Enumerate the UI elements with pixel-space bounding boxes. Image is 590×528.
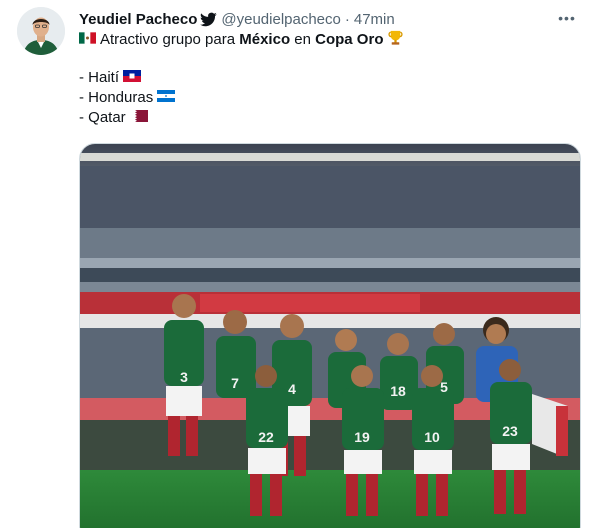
tweet-text-line-1: Atractivo grupo para México en Copa Oro xyxy=(79,30,408,50)
team-photo: 3 7 4 18 5 22 19 10 23 xyxy=(80,144,580,528)
group-item-label: - Haití xyxy=(79,69,120,86)
tweet-text-intro: Atractivo grupo para xyxy=(100,31,236,48)
header-separator: · xyxy=(344,10,350,28)
haiti-flag-icon xyxy=(123,68,142,88)
tweet-text: Atractivo grupo para México en Copa Oro … xyxy=(79,30,408,128)
jersey-number: 23 xyxy=(502,423,518,439)
tweet-header: Yeudiel Pacheco @yeudielpacheco · 47min xyxy=(79,9,395,29)
mexico-flag-icon xyxy=(79,30,96,50)
avatar[interactable] xyxy=(17,7,65,55)
trophy-icon xyxy=(387,29,404,52)
tweet[interactable]: Yeudiel Pacheco @yeudielpacheco · 47min … xyxy=(0,0,590,528)
more-horizontal-icon[interactable]: ••• xyxy=(556,7,578,29)
tweet-text-connector: en xyxy=(294,31,311,48)
group-item-label: - Honduras xyxy=(79,89,154,106)
tweet-timestamp[interactable]: 47min xyxy=(354,11,395,28)
jersey-number: 4 xyxy=(288,381,296,397)
group-item-qatar: - Qatar xyxy=(79,108,408,128)
group-item-honduras: - Honduras xyxy=(79,88,408,108)
tweet-text-tournament: Copa Oro xyxy=(315,31,384,48)
jersey-number: 5 xyxy=(440,379,448,395)
group-item-label: - Qatar xyxy=(79,109,126,126)
twitter-bird-icon xyxy=(200,11,218,28)
author-display-name[interactable]: Yeudiel Pacheco xyxy=(79,11,197,28)
author-handle[interactable]: @yeudielpacheco xyxy=(221,11,340,28)
jersey-number: 22 xyxy=(258,429,274,445)
jersey-number: 19 xyxy=(354,429,370,445)
jersey-number: 3 xyxy=(180,369,188,385)
tweet-text-team: México xyxy=(239,31,291,48)
jersey-number: 7 xyxy=(231,375,239,391)
group-item-haiti: - Haití xyxy=(79,68,408,88)
jersey-number: 18 xyxy=(390,383,406,399)
honduras-flag-icon xyxy=(157,88,176,108)
tweet-text-spacer xyxy=(79,50,408,68)
qatar-flag-icon xyxy=(129,108,148,128)
more-label: ••• xyxy=(558,10,576,26)
tweet-media-photo[interactable]: 3 7 4 18 5 22 19 10 23 xyxy=(79,143,581,528)
avatar-image xyxy=(17,7,65,55)
jersey-number: 10 xyxy=(424,429,440,445)
